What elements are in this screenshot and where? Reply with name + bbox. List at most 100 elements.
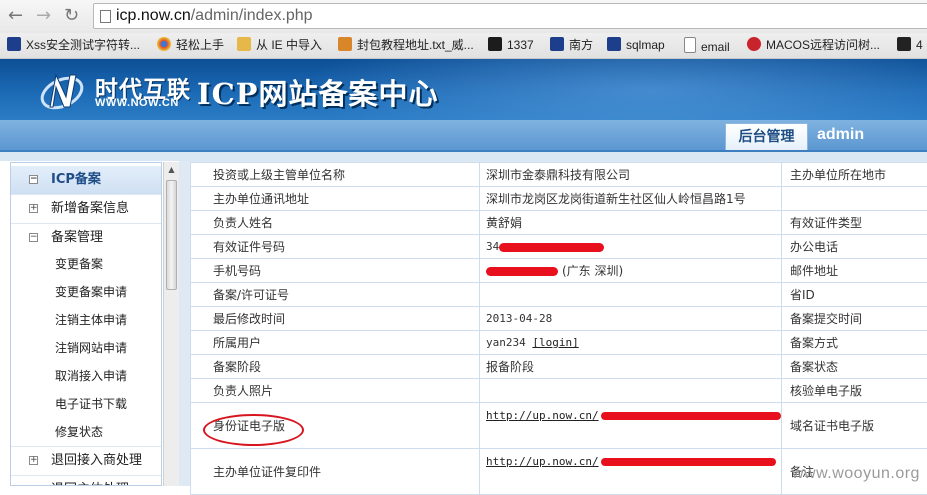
paw-icon (550, 37, 564, 51)
reload-icon[interactable]: ↻ (64, 6, 79, 26)
field-label: 主办单位证件复印件 (191, 449, 480, 495)
id-number-prefix: 34 (486, 240, 499, 253)
bookmark-item[interactable]: 1337 (488, 37, 534, 54)
sidebar-sub-item[interactable]: 取消接入申请 (55, 362, 127, 390)
bookmark-item[interactable]: sqlmap (607, 37, 665, 54)
field-label: 所属用户 (191, 331, 480, 355)
record-detail-table: 投资或上级主管单位名称 深圳市金泰鼎科技有限公司 主办单位所在地市 主办单位通讯… (190, 162, 927, 495)
bookmark-item[interactable]: 南方 (550, 37, 593, 54)
table-row: 备案阶段 报备阶段 备案状态 (191, 355, 927, 379)
field-label: 办公电话 (782, 235, 927, 259)
sidebar-item-manage[interactable]: − 备案管理 (11, 224, 161, 252)
field-label: 主办单位通讯地址 (191, 187, 480, 211)
field-value (480, 379, 782, 403)
collapse-icon[interactable]: − (29, 175, 38, 184)
field-value: (广东 深圳) (480, 259, 782, 283)
field-value: 报备阶段 (480, 355, 782, 379)
sidebar-sub-item[interactable]: 变更备案申请 (55, 278, 127, 306)
field-label: 备案阶段 (191, 355, 480, 379)
sidebar-sub-item[interactable]: 变更备案 (55, 250, 103, 278)
field-label: 核验单电子版 (782, 379, 927, 403)
table-row: 所属用户 yan234 [login] 备案方式 (191, 331, 927, 355)
field-label: 有效证件号码 (191, 235, 480, 259)
table-row: 负责人姓名 黄舒娟 有效证件类型 (191, 211, 927, 235)
watermark: www.wooyun.org (792, 465, 920, 483)
file-url[interactable]: http://up.now.cn/ (486, 409, 599, 422)
phone-region: (广东 深圳) (562, 264, 623, 278)
bookmark-item[interactable]: Xss安全测试字符转... (7, 37, 140, 54)
site-icon (747, 37, 761, 51)
file-link[interactable]: http://up.now.cn/ (480, 403, 782, 449)
field-value (480, 283, 782, 307)
page-icon (684, 37, 696, 53)
site-icon (897, 37, 911, 51)
redaction-mark (601, 412, 781, 420)
field-label: 邮件地址 (782, 259, 927, 283)
expand-icon[interactable]: + (29, 204, 38, 213)
file-link[interactable]: http://up.now.cn/ (480, 449, 782, 495)
field-label: 投资或上级主管单位名称 (191, 163, 480, 187)
site-header: 时代互联 WWW.NOW.CN ICP网站备案中心 (0, 59, 927, 120)
scroll-thumb[interactable] (166, 180, 177, 290)
site-icon (338, 37, 352, 51)
address-text[interactable]: icp.now.cn/admin/index.php (116, 7, 313, 25)
sidebar-item-icp[interactable]: − ICP备案 (11, 166, 161, 194)
bookmark-item[interactable]: 封包教程地址.txt_威... (338, 37, 474, 54)
bookmark-item[interactable]: email (684, 37, 730, 54)
field-label: 有效证件类型 (782, 211, 927, 235)
sidebar-scrollbar[interactable]: ▲ (163, 162, 179, 486)
redaction-mark (499, 243, 604, 252)
sidebar-sub-item[interactable]: 电子证书下载 (55, 390, 127, 418)
page-icon (100, 10, 111, 23)
tab-admin-panel[interactable]: 后台管理 (725, 123, 808, 150)
table-row: 身份证电子版 http://up.now.cn/ 域名证书电子版 (191, 403, 927, 449)
bookmark-item[interactable]: 轻松上手 (157, 37, 224, 54)
redaction-mark (601, 458, 776, 466)
field-label: 身份证电子版 (191, 403, 480, 449)
bookmark-item[interactable]: MACOS远程访问树... (747, 37, 880, 54)
field-value: 2013-04-28 (480, 307, 782, 331)
browser-toolbar: ← → ↻ icp.now.cn/admin/index.php (0, 0, 927, 33)
table-row: 主办单位通讯地址 深圳市龙岗区龙岗街道新生社区仙人岭恒昌路1号 (191, 187, 927, 211)
table-row: 投资或上级主管单位名称 深圳市金泰鼎科技有限公司 主办单位所在地市 (191, 163, 927, 187)
sidebar-sub-item[interactable]: 注销主体申请 (55, 306, 127, 334)
divider-strip (0, 152, 927, 161)
bookmark-item[interactable]: 4 (897, 37, 923, 54)
table-row: 备案/许可证号 省ID (191, 283, 927, 307)
field-label: 备案提交时间 (782, 307, 927, 331)
table-row: 最后修改时间 2013-04-28 备案提交时间 (191, 307, 927, 331)
logo-n-icon (38, 67, 86, 115)
field-value: 深圳市金泰鼎科技有限公司 (480, 163, 782, 187)
bookmark-item[interactable]: 从 IE 中导入 (237, 37, 322, 54)
field-value: 34 (480, 235, 782, 259)
forward-arrow-icon[interactable]: → (36, 6, 51, 26)
sidebar-item-new[interactable]: + 新增备案信息 (11, 195, 161, 223)
sidebar-item-return-entity[interactable]: + 退回主体处理 (11, 476, 161, 486)
file-url[interactable]: http://up.now.cn/ (486, 455, 599, 468)
field-label (782, 187, 927, 211)
field-value: yan234 [login] (480, 331, 782, 355)
sidebar-item-return-isp[interactable]: + 退回接入商处理 (11, 447, 161, 475)
table-row: 有效证件号码 34 办公电话 (191, 235, 927, 259)
sidebar-sub-item[interactable]: 注销网站申请 (55, 334, 127, 362)
sidebar-sub-item[interactable]: 修复状态 (55, 418, 103, 446)
field-label: 手机号码 (191, 259, 480, 283)
field-value: 深圳市龙岗区龙岗街道新生社区仙人岭恒昌路1号 (480, 187, 782, 211)
address-bar[interactable]: icp.now.cn/admin/index.php (93, 3, 927, 29)
scroll-up-icon[interactable]: ▲ (166, 164, 177, 176)
table-row: 手机号码 (广东 深圳) 邮件地址 (191, 259, 927, 283)
field-value: 黄舒娟 (480, 211, 782, 235)
collapse-icon[interactable]: − (29, 233, 38, 242)
paw-icon (7, 37, 21, 51)
site-icon (488, 37, 502, 51)
table-row: 负责人照片 核验单电子版 (191, 379, 927, 403)
login-link[interactable]: [login] (532, 336, 578, 349)
logo-url: WWW.NOW.CN (95, 97, 179, 109)
field-label: 负责人照片 (191, 379, 480, 403)
back-arrow-icon[interactable]: ← (8, 6, 23, 26)
sidebar-menu: − ICP备案 + 新增备案信息 − 备案管理 变更备案 变更备案申请 注销主体… (10, 162, 162, 486)
field-label: 备案状态 (782, 355, 927, 379)
expand-icon[interactable]: + (29, 456, 38, 465)
paw-icon (607, 37, 621, 51)
field-label: 省ID (782, 283, 927, 307)
